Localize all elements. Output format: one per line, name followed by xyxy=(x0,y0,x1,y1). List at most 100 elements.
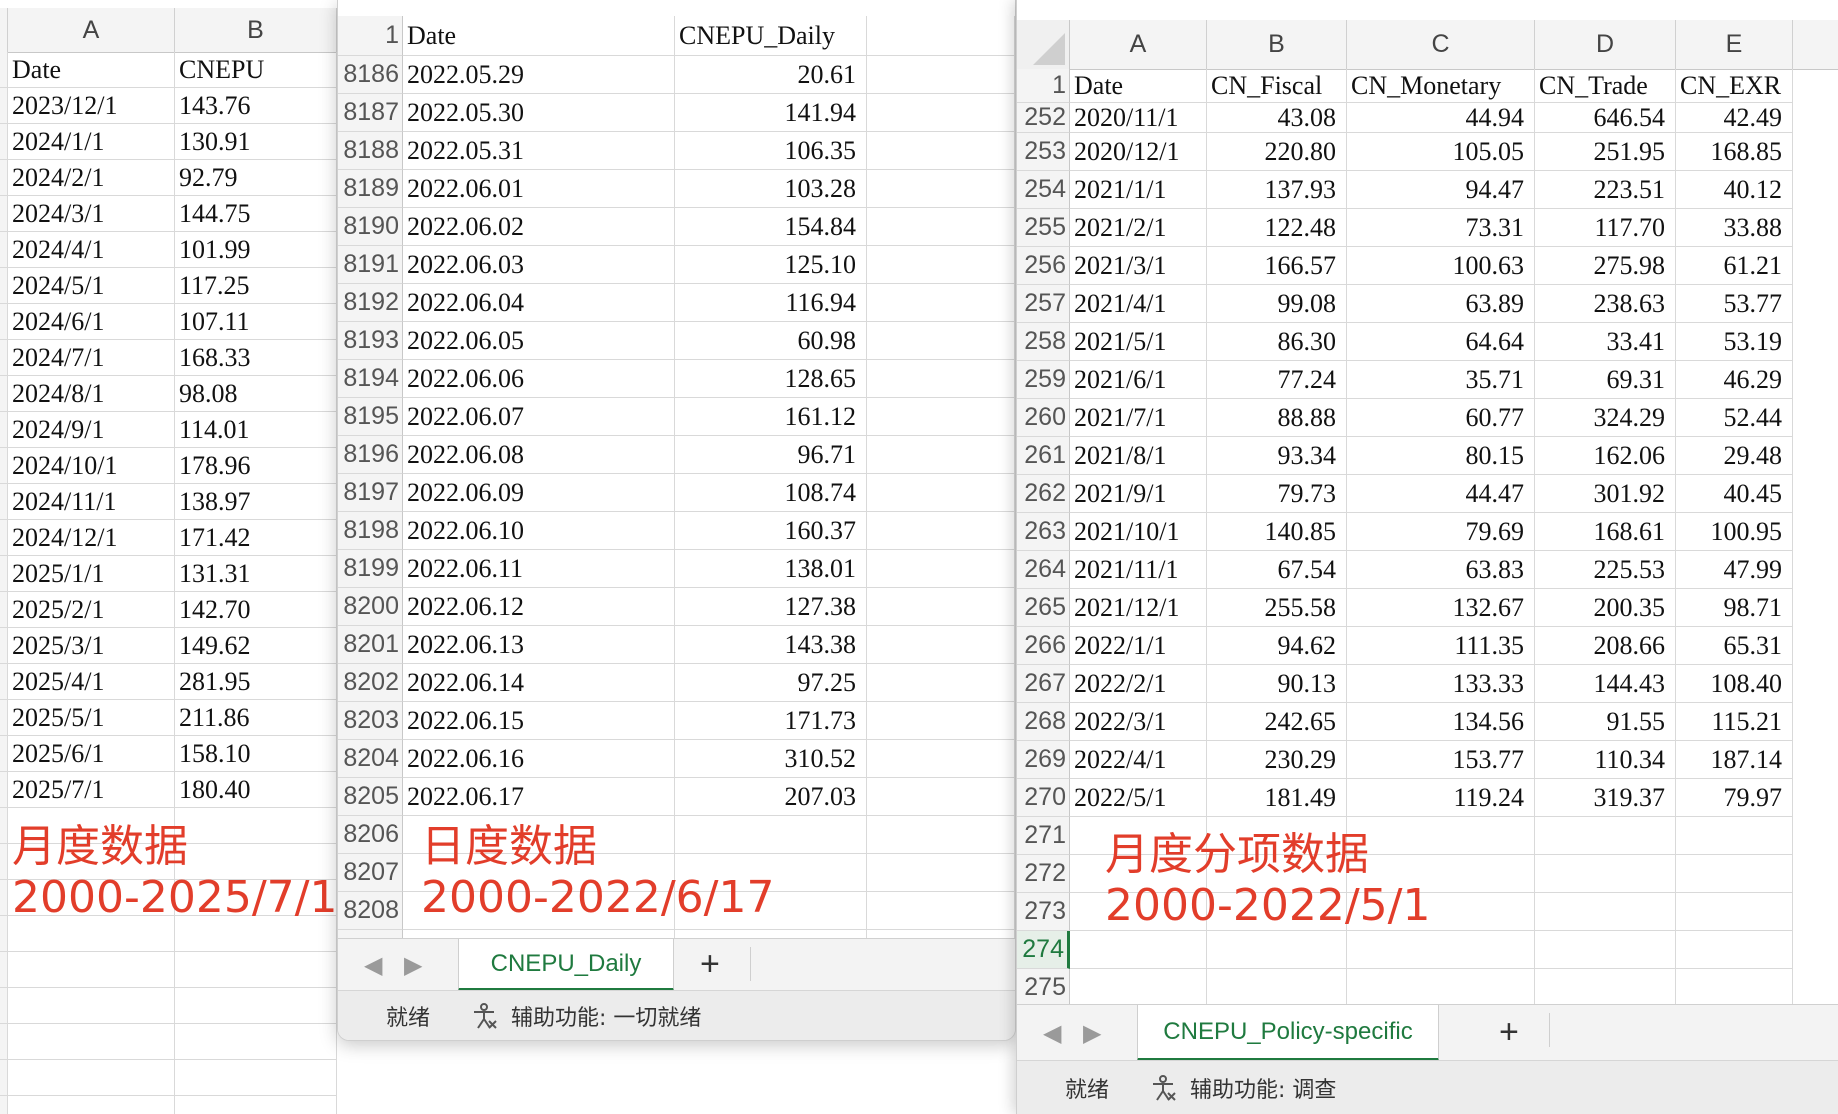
cell-cn-exr[interactable]: 52.44 xyxy=(1676,399,1793,437)
cell-date[interactable]: 2022.06.02 xyxy=(403,208,675,246)
cell-cnepu[interactable]: 98.08 xyxy=(175,376,337,412)
empty-cell[interactable] xyxy=(867,854,1015,892)
cell-cn-monetary[interactable]: 111.35 xyxy=(1347,627,1535,665)
cell-cn-exr[interactable]: 47.99 xyxy=(1676,551,1793,589)
empty-cell[interactable] xyxy=(867,56,1015,94)
cell-date[interactable]: 2022/2/1 xyxy=(1070,665,1207,703)
empty-cell[interactable] xyxy=(867,512,1015,550)
empty-cell[interactable] xyxy=(867,664,1015,702)
cell-date[interactable]: 2021/4/1 xyxy=(1070,285,1207,323)
accessibility-status[interactable]: 辅助功能: 调查 xyxy=(1149,1072,1336,1104)
cell-cnepu-daily[interactable]: 310.52 xyxy=(675,740,867,778)
cell-date[interactable]: 2022.06.12 xyxy=(403,588,675,626)
cell-cn-exr[interactable]: 61.21 xyxy=(1676,247,1793,285)
cell-cnepu-daily[interactable]: 106.35 xyxy=(675,132,867,170)
cell-cn-fiscal[interactable]: 77.24 xyxy=(1207,361,1347,399)
cell-cnepu[interactable]: 143.76 xyxy=(175,88,337,124)
cell-cn-monetary[interactable]: 44.94 xyxy=(1347,103,1535,133)
cell-cn-fiscal[interactable]: 86.30 xyxy=(1207,323,1347,361)
cell-cn-fiscal[interactable]: 166.57 xyxy=(1207,247,1347,285)
header-cell-cnepu-daily[interactable]: CNEPU_Daily xyxy=(675,16,867,56)
cell-cn-monetary[interactable]: 119.24 xyxy=(1347,779,1535,817)
cell-cn-trade[interactable]: 91.55 xyxy=(1535,703,1676,741)
cell-cn-exr[interactable]: 65.31 xyxy=(1676,627,1793,665)
add-sheet-button[interactable]: + xyxy=(700,947,720,981)
cell-cnepu-daily[interactable]: 160.37 xyxy=(675,512,867,550)
cell-cn-monetary[interactable]: 79.69 xyxy=(1347,513,1535,551)
cell-cn-trade[interactable]: 225.53 xyxy=(1535,551,1676,589)
cell-date[interactable]: 2022/3/1 xyxy=(1070,703,1207,741)
header-cell-cn-fiscal[interactable]: CN_Fiscal xyxy=(1207,69,1347,103)
cell-date[interactable]: 2021/1/1 xyxy=(1070,171,1207,209)
cell-date[interactable]: 2024/12/1 xyxy=(8,520,175,556)
cell-date[interactable]: 2022.06.10 xyxy=(403,512,675,550)
cell-date[interactable] xyxy=(1070,969,1207,1007)
column-header-a[interactable]: A xyxy=(8,8,175,52)
cell-cn-monetary[interactable]: 105.05 xyxy=(1347,133,1535,171)
cell-cnepu[interactable]: 158.10 xyxy=(175,736,337,772)
cell-cn-monetary[interactable]: 134.56 xyxy=(1347,703,1535,741)
cell-cn-fiscal[interactable]: 43.08 xyxy=(1207,103,1347,133)
cell-cn-trade[interactable]: 168.61 xyxy=(1535,513,1676,551)
empty-cell[interactable] xyxy=(175,952,337,988)
empty-cell[interactable] xyxy=(8,1096,175,1114)
cell-cn-fiscal[interactable] xyxy=(1207,931,1347,969)
empty-cell[interactable] xyxy=(867,398,1015,436)
cell-cn-trade[interactable]: 144.43 xyxy=(1535,665,1676,703)
cell-cn-exr[interactable] xyxy=(1676,893,1793,931)
empty-cell[interactable] xyxy=(867,626,1015,664)
cell-date[interactable]: 2024/7/1 xyxy=(8,340,175,376)
cell-cn-fiscal[interactable]: 242.65 xyxy=(1207,703,1347,741)
cell-cn-monetary[interactable]: 100.63 xyxy=(1347,247,1535,285)
cell-cn-fiscal[interactable]: 94.62 xyxy=(1207,627,1347,665)
cell-date[interactable]: 2022.06.16 xyxy=(403,740,675,778)
cell-cn-trade[interactable] xyxy=(1535,817,1676,855)
cell-cn-monetary[interactable]: 94.47 xyxy=(1347,171,1535,209)
empty-cell[interactable] xyxy=(867,740,1015,778)
cell-cnepu-daily[interactable]: 161.12 xyxy=(675,398,867,436)
cell-date[interactable]: 2020/12/1 xyxy=(1070,133,1207,171)
cell-date[interactable]: 2022.06.17 xyxy=(403,778,675,816)
cell-date[interactable]: 2021/9/1 xyxy=(1070,475,1207,513)
cell-cn-trade[interactable]: 208.66 xyxy=(1535,627,1676,665)
cell-cn-exr[interactable]: 79.97 xyxy=(1676,779,1793,817)
cell-date[interactable]: 2021/7/1 xyxy=(1070,399,1207,437)
cell-date[interactable]: 2024/10/1 xyxy=(8,448,175,484)
cell-cn-fiscal[interactable]: 255.58 xyxy=(1207,589,1347,627)
cell-cn-exr[interactable]: 100.95 xyxy=(1676,513,1793,551)
cell-cn-trade[interactable] xyxy=(1535,855,1676,893)
tab-cnepu-daily[interactable]: CNEPU_Daily xyxy=(458,939,674,991)
cell-date[interactable] xyxy=(1070,931,1207,969)
cell-date[interactable]: 2022.06.09 xyxy=(403,474,675,512)
cell-cn-fiscal[interactable] xyxy=(1207,969,1347,1007)
cell-cn-exr[interactable]: 168.85 xyxy=(1676,133,1793,171)
empty-cell[interactable] xyxy=(867,778,1015,816)
cell-cnepu[interactable]: 130.91 xyxy=(175,124,337,160)
add-sheet-button[interactable]: + xyxy=(1499,1015,1519,1049)
cell-date[interactable]: 2022/1/1 xyxy=(1070,627,1207,665)
cell-date[interactable]: 2022.06.03 xyxy=(403,246,675,284)
cell-date[interactable]: 2022.06.05 xyxy=(403,322,675,360)
empty-cell[interactable] xyxy=(867,892,1015,930)
cell-cn-exr[interactable]: 53.77 xyxy=(1676,285,1793,323)
cell-cnepu[interactable]: 92.79 xyxy=(175,160,337,196)
cell-date[interactable]: 2022.06.07 xyxy=(403,398,675,436)
cell-cn-monetary[interactable]: 63.83 xyxy=(1347,551,1535,589)
cell-cn-fiscal[interactable]: 67.54 xyxy=(1207,551,1347,589)
cell-cnepu[interactable]: 107.11 xyxy=(175,304,337,340)
cell-date[interactable]: 2024/9/1 xyxy=(8,412,175,448)
cell-cnepu-daily[interactable]: 60.98 xyxy=(675,322,867,360)
cell-cn-trade[interactable]: 69.31 xyxy=(1535,361,1676,399)
cell-cnepu-daily[interactable]: 171.73 xyxy=(675,702,867,740)
empty-cell[interactable] xyxy=(867,436,1015,474)
tab-prev-icon[interactable]: ◀ xyxy=(364,951,382,980)
cell-date[interactable]: 2025/1/1 xyxy=(8,556,175,592)
cell-date[interactable]: 2022/5/1 xyxy=(1070,779,1207,817)
cell-date[interactable]: 2022.05.30 xyxy=(403,94,675,132)
cell-date[interactable]: 2022.06.08 xyxy=(403,436,675,474)
cell-cn-trade[interactable] xyxy=(1535,893,1676,931)
cell-cn-exr[interactable]: 115.21 xyxy=(1676,703,1793,741)
cell-cn-monetary[interactable]: 73.31 xyxy=(1347,209,1535,247)
cell-cn-trade[interactable] xyxy=(1535,969,1676,1007)
cell-cn-trade[interactable]: 117.70 xyxy=(1535,209,1676,247)
